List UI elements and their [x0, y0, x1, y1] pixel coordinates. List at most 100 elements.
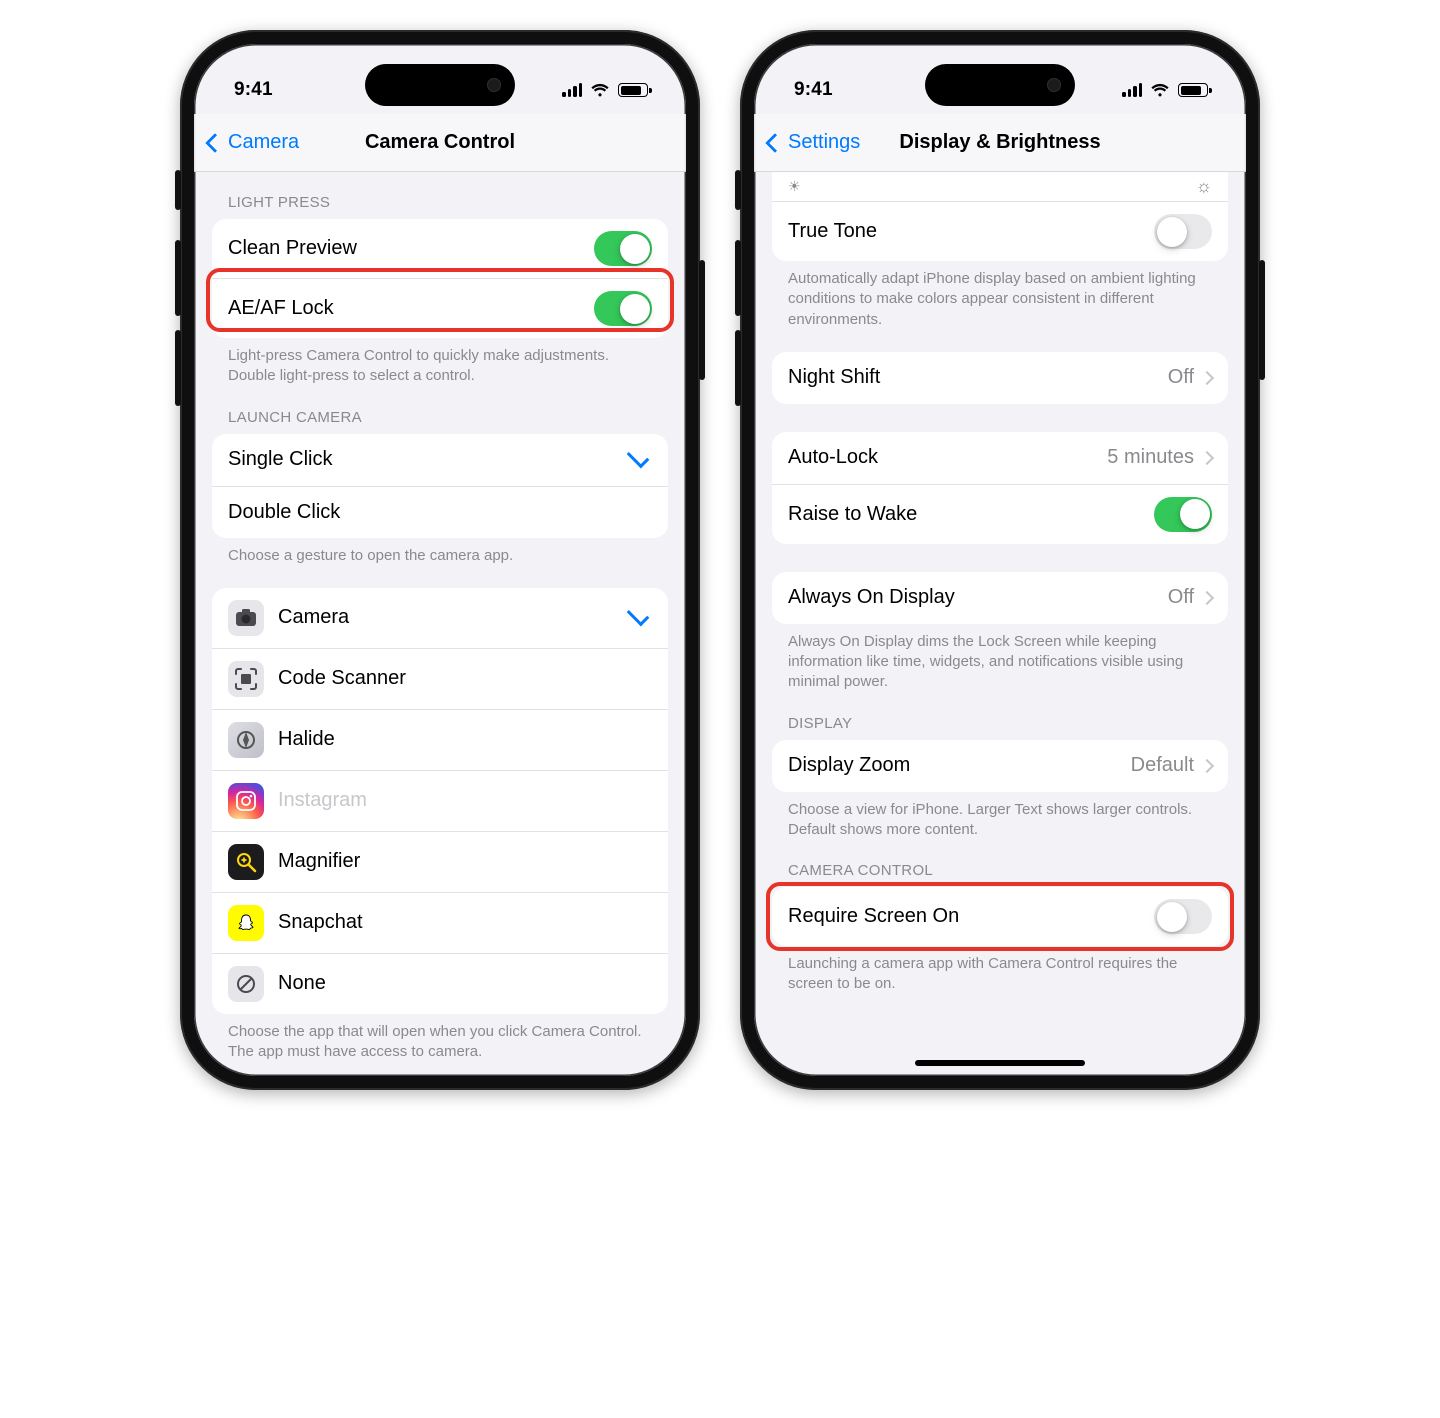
section-footer-truetone: Automatically adapt iPhone display based… — [772, 261, 1228, 330]
chevron-left-icon — [765, 133, 785, 153]
row-label: None — [278, 972, 652, 995]
row-app-magnifier[interactable]: Magnifier — [212, 831, 668, 892]
toggle-require-screen-on[interactable] — [1154, 899, 1212, 934]
row-app-code-scanner[interactable]: Code Scanner — [212, 648, 668, 709]
checkmark-icon — [627, 445, 650, 468]
section-footer-aod: Always On Display dims the Lock Screen w… — [772, 624, 1228, 693]
row-label: Clean Preview — [228, 237, 594, 260]
chevron-right-icon — [1200, 758, 1214, 772]
volume-up-button — [735, 240, 741, 316]
silence-switch — [735, 170, 741, 210]
group-launch-camera: Single Click Double Click — [212, 434, 668, 538]
none-icon — [228, 966, 264, 1002]
row-app-none[interactable]: None — [212, 953, 668, 1014]
row-app-snapchat[interactable]: Snapchat — [212, 892, 668, 953]
row-true-tone[interactable]: True Tone — [772, 201, 1228, 261]
battery-icon — [1178, 83, 1208, 97]
toggle-true-tone[interactable] — [1154, 214, 1212, 249]
section-footer-light-press: Light-press Camera Control to quickly ma… — [212, 338, 668, 387]
row-app-camera[interactable]: Camera — [212, 588, 668, 648]
content-right[interactable]: ☀︎ ☼ True Tone Automatically adapt iPhon… — [754, 172, 1246, 1076]
row-value: Off — [1168, 366, 1194, 389]
row-label: Magnifier — [278, 850, 652, 873]
row-label: Snapchat — [278, 911, 652, 934]
group-apps: Camera Code Scanner Halide — [212, 588, 668, 1014]
row-label: Single Click — [228, 448, 628, 471]
home-indicator[interactable] — [915, 1060, 1085, 1066]
wifi-icon — [1150, 83, 1170, 97]
cellular-icon — [562, 83, 582, 97]
toggle-clean-preview[interactable] — [594, 231, 652, 266]
chevron-right-icon — [1200, 451, 1214, 465]
nav-bar: Camera Camera Control — [194, 114, 686, 172]
chevron-left-icon — [205, 133, 225, 153]
row-always-on-display[interactable]: Always On Display Off — [772, 572, 1228, 624]
toggle-ae-af-lock[interactable] — [594, 291, 652, 326]
magnifier-icon — [228, 844, 264, 880]
group-display-zoom: Display Zoom Default — [772, 740, 1228, 792]
row-label: Camera — [278, 606, 628, 629]
section-header-display: DISPLAY — [772, 693, 1228, 740]
row-app-halide[interactable]: Halide — [212, 709, 668, 770]
sun-big-icon: ☼ — [1196, 176, 1213, 197]
page-title: Camera Control — [365, 131, 515, 154]
halide-icon — [228, 722, 264, 758]
battery-icon — [618, 83, 648, 97]
back-label: Camera — [228, 131, 299, 154]
section-footer-apps: Choose the app that will open when you c… — [212, 1014, 668, 1076]
row-label: True Tone — [788, 220, 1154, 243]
row-label: Halide — [278, 728, 652, 751]
row-label: Instagram — [278, 789, 652, 812]
row-night-shift[interactable]: Night Shift Off — [772, 352, 1228, 404]
nav-bar: Settings Display & Brightness — [754, 114, 1246, 172]
screen-right: 9:41 Settings Display & Brightness ☀︎ — [754, 44, 1246, 1076]
row-label: Display Zoom — [788, 754, 1131, 777]
side-button — [1259, 260, 1265, 380]
phone-right: 9:41 Settings Display & Brightness ☀︎ — [740, 30, 1260, 1090]
row-label: Auto-Lock — [788, 446, 1107, 469]
row-clean-preview[interactable]: Clean Preview — [212, 219, 668, 278]
row-value: Off — [1168, 586, 1194, 609]
row-value: Default — [1131, 754, 1194, 777]
back-button[interactable]: Settings — [768, 114, 860, 171]
row-ae-af-lock[interactable]: AE/AF Lock — [212, 278, 668, 338]
checkmark-icon — [627, 603, 650, 626]
row-require-screen-on[interactable]: Require Screen On — [772, 887, 1228, 946]
group-autolock: Auto-Lock 5 minutes Raise to Wake — [772, 432, 1228, 544]
group-appearance-peek: ☀︎ ☼ True Tone — [772, 172, 1228, 261]
row-label: Always On Display — [788, 586, 1168, 609]
content-left[interactable]: LIGHT PRESS Clean Preview AE/AF Lock Lig… — [194, 172, 686, 1076]
section-footer-camctrl: Launching a camera app with Camera Contr… — [772, 946, 1228, 1019]
section-header-light-press: LIGHT PRESS — [212, 172, 668, 219]
sun-small-icon: ☀︎ — [788, 178, 801, 195]
row-value: 5 minutes — [1107, 446, 1194, 469]
group-light-press: Clean Preview AE/AF Lock — [212, 219, 668, 338]
row-label: Raise to Wake — [788, 503, 1154, 526]
section-header-camera-control: CAMERA CONTROL — [772, 840, 1228, 887]
side-button — [699, 260, 705, 380]
group-aod: Always On Display Off — [772, 572, 1228, 624]
row-double-click[interactable]: Double Click — [212, 486, 668, 538]
camera-icon — [228, 600, 264, 636]
toggle-raise-to-wake[interactable] — [1154, 497, 1212, 532]
page-title: Display & Brightness — [899, 131, 1100, 154]
row-label: Code Scanner — [278, 667, 652, 690]
volume-down-button — [735, 330, 741, 406]
screen-left: 9:41 Camera Camera Control LIGHT PRESS C… — [194, 44, 686, 1076]
status-time: 9:41 — [794, 79, 833, 101]
row-display-zoom[interactable]: Display Zoom Default — [772, 740, 1228, 792]
row-label: Night Shift — [788, 366, 1168, 389]
row-label: AE/AF Lock — [228, 297, 594, 320]
status-time: 9:41 — [234, 79, 273, 101]
dynamic-island — [365, 64, 515, 106]
instagram-icon — [228, 783, 264, 819]
row-auto-lock[interactable]: Auto-Lock 5 minutes — [772, 432, 1228, 484]
wifi-icon — [590, 83, 610, 97]
row-single-click[interactable]: Single Click — [212, 434, 668, 486]
back-button[interactable]: Camera — [208, 114, 299, 171]
volume-down-button — [175, 330, 181, 406]
group-night-shift: Night Shift Off — [772, 352, 1228, 404]
row-app-instagram[interactable]: Instagram — [212, 770, 668, 831]
row-raise-to-wake[interactable]: Raise to Wake — [772, 484, 1228, 544]
chevron-right-icon — [1200, 591, 1214, 605]
